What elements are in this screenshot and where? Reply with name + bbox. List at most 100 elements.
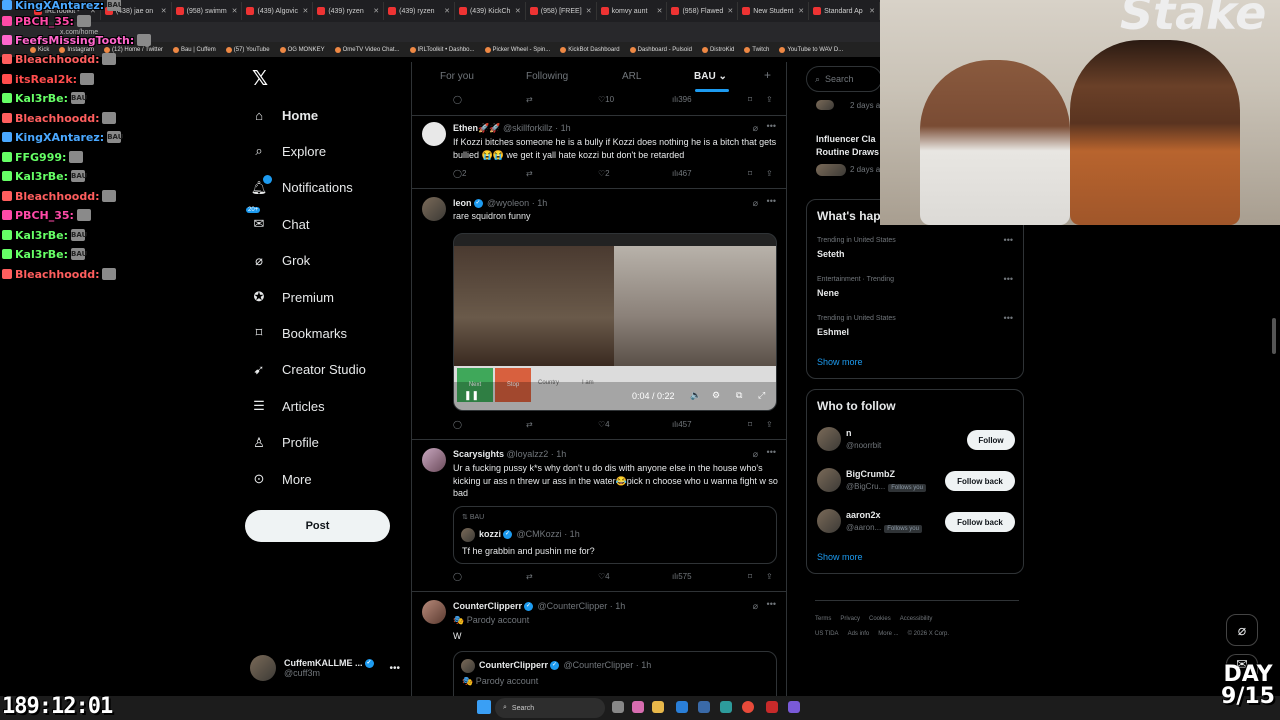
share-icon[interactable]: ⇪ xyxy=(766,420,773,429)
tweet-avatar[interactable] xyxy=(422,448,446,472)
trend-name[interactable]: Nene xyxy=(817,288,839,298)
browser-tab[interactable]: (439) ryzen ✕ xyxy=(384,2,455,20)
app-icon[interactable] xyxy=(788,701,800,713)
nav-item-articles[interactable]: ☰ Articles xyxy=(250,392,324,420)
nav-item-bookmarks[interactable]: ⌑ Bookmarks xyxy=(250,319,347,347)
bookmark-item[interactable]: Twitch xyxy=(744,46,769,53)
views-count[interactable]: ılı 575 xyxy=(672,572,692,581)
tweet-author-handle[interactable]: @CounterClipper xyxy=(538,601,608,611)
bookmark-item[interactable]: OmeTV Video Chat... xyxy=(334,46,400,53)
tweet-author-name[interactable]: Ethen🚀🚀 xyxy=(453,123,500,133)
post-button[interactable]: Post xyxy=(245,510,390,542)
nav-item-explore[interactable]: ⌕ Explore xyxy=(250,137,326,165)
close-tab-icon[interactable]: ✕ xyxy=(302,7,308,15)
browser-tab[interactable]: (439) KickCh ✕ xyxy=(455,2,526,20)
close-tab-icon[interactable]: ✕ xyxy=(515,7,521,15)
follow-avatar[interactable] xyxy=(817,468,841,492)
more-dots-icon[interactable]: ••• xyxy=(389,663,400,674)
footer-link[interactable]: More ... xyxy=(878,631,898,637)
settings-icon[interactable]: ⚙ xyxy=(712,390,720,401)
footer-link[interactable]: US TIDA xyxy=(815,631,839,637)
footer-link[interactable]: Terms xyxy=(815,616,831,622)
browser-tab[interactable]: (439) ryzen ✕ xyxy=(313,2,385,20)
views-count[interactable]: ılı 457 xyxy=(672,420,692,429)
nav-item-creator-studio[interactable]: ➹ Creator Studio xyxy=(250,356,366,384)
quote-tweet[interactable]: CounterClipperr ✓ @CounterClipper · 1h 🎭 … xyxy=(453,651,777,696)
grok-explain-icon[interactable]: ⌀ xyxy=(753,198,758,209)
nav-item-more[interactable]: ⊙ More xyxy=(250,465,312,493)
pause-icon[interactable]: ❚❚ xyxy=(464,390,479,401)
tweet-author-name[interactable]: leon xyxy=(453,198,472,208)
retweet-icon[interactable]: ⇄ xyxy=(526,420,533,429)
add-tab-icon[interactable]: + xyxy=(764,68,771,82)
tweet-more-icon[interactable]: ••• xyxy=(767,599,776,609)
close-tab-icon[interactable]: ✕ xyxy=(657,7,663,15)
bookmark-item[interactable]: DistroKid xyxy=(701,46,734,53)
card-subtitle[interactable]: Routine Draws xyxy=(816,147,879,157)
nav-item-premium[interactable]: ✪ Premium xyxy=(250,283,334,311)
tweet-avatar[interactable] xyxy=(422,197,446,221)
browser-tab[interactable]: (958) swimm ✕ xyxy=(172,2,243,20)
tweet-time[interactable]: · 1h xyxy=(532,198,548,208)
tweet-author-handle[interactable]: @skillforkillz xyxy=(503,123,553,133)
trend-name[interactable]: Eshmel xyxy=(817,327,849,337)
nav-item-home[interactable]: ⌂ Home xyxy=(250,101,318,129)
retweet-icon[interactable]: ⇄ xyxy=(526,169,533,178)
close-tab-icon[interactable]: ✕ xyxy=(373,7,379,15)
views-count[interactable]: ılı 467 xyxy=(672,169,692,178)
nav-item-notifications[interactable]: 🔔︎ Notifications xyxy=(250,174,353,202)
app-icon[interactable] xyxy=(632,701,644,713)
grok-fab-icon[interactable]: ⌀ xyxy=(1226,614,1258,646)
retweet-icon[interactable]: ⇄ xyxy=(526,572,533,581)
trend-more-icon[interactable]: ••• xyxy=(1004,235,1013,245)
app-icon[interactable] xyxy=(698,701,710,713)
bookmark-item[interactable]: OG MONKEY xyxy=(279,46,325,53)
like-button[interactable]: ♡ 2 xyxy=(598,169,610,178)
tweet-more-icon[interactable]: ••• xyxy=(767,196,776,206)
bookmark-item[interactable]: Bau | Cuffem xyxy=(172,46,216,53)
grok-explain-icon[interactable]: ⌀ xyxy=(753,123,758,134)
browser-tab[interactable]: (958) [FREE] ✕ xyxy=(526,2,597,20)
tweet-avatar[interactable] xyxy=(422,600,446,624)
browser-tab[interactable]: Standard Ap ✕ xyxy=(809,2,880,20)
close-tab-icon[interactable]: ✕ xyxy=(869,7,875,15)
close-tab-icon[interactable]: ✕ xyxy=(232,7,238,15)
trend-more-icon[interactable]: ••• xyxy=(1004,274,1013,284)
bookmark-item[interactable]: Picker Wheel - Spin... xyxy=(484,46,550,53)
bookmark-icon[interactable]: ⌑ xyxy=(748,95,752,104)
browser-tab[interactable]: komvy aunt ✕ xyxy=(597,2,668,20)
bookmark-item[interactable]: YouTube to WAV D... xyxy=(779,46,843,53)
chrome-icon[interactable] xyxy=(742,701,754,713)
tweet-time[interactable]: · 1h xyxy=(551,449,567,459)
tweet-avatar[interactable] xyxy=(422,122,446,146)
tweet-more-icon[interactable]: ••• xyxy=(767,447,776,457)
footer-link[interactable]: © 2026 X Corp. xyxy=(908,631,949,637)
x-logo-icon[interactable]: 𝕏 xyxy=(252,68,272,88)
grok-explain-icon[interactable]: ⌀ xyxy=(753,601,758,612)
footer-link[interactable]: Accessibility xyxy=(900,616,933,622)
retweet-icon[interactable]: ⇄ xyxy=(526,95,533,104)
follow-name[interactable]: BigCrumbZ xyxy=(846,469,895,479)
tweet-author-name[interactable]: CounterClipperr xyxy=(453,601,522,611)
footer-link[interactable]: Cookies xyxy=(869,616,891,622)
nav-item-grok[interactable]: ⌀ Grok xyxy=(250,247,310,275)
tweet-author-handle[interactable]: @loyalzz2 xyxy=(507,449,549,459)
account-switcher[interactable]: CuffemKALLME ... ✓ @cuff3m ••• xyxy=(250,652,400,684)
card-title[interactable]: Influencer Cla xyxy=(816,134,876,144)
app-icon[interactable] xyxy=(766,701,778,713)
reply-icon[interactable]: ◯ xyxy=(453,572,462,581)
browser-tab[interactable]: New Student ✕ xyxy=(738,2,810,20)
bookmark-icon[interactable]: ⌑ xyxy=(748,169,752,178)
browser-tab[interactable]: (439) Algovic ✕ xyxy=(242,2,314,20)
app-icon[interactable] xyxy=(720,701,732,713)
bookmark-item[interactable]: (57) YouTube xyxy=(225,46,270,53)
tweet-author-name[interactable]: Scarysights xyxy=(453,449,504,459)
show-more-follow-link[interactable]: Show more xyxy=(817,552,863,562)
tweet-time[interactable]: · 1h xyxy=(610,601,626,611)
like-button[interactable]: ♡ 4 xyxy=(598,420,610,429)
trend-more-icon[interactable]: ••• xyxy=(1004,313,1013,323)
bookmark-item[interactable]: Dashboard - Pulsoid xyxy=(629,46,692,53)
search-input[interactable]: ⌕ Search xyxy=(806,66,882,92)
tweet-author-handle[interactable]: @wyoleon xyxy=(487,198,529,208)
footer-link[interactable]: Privacy xyxy=(840,616,860,622)
